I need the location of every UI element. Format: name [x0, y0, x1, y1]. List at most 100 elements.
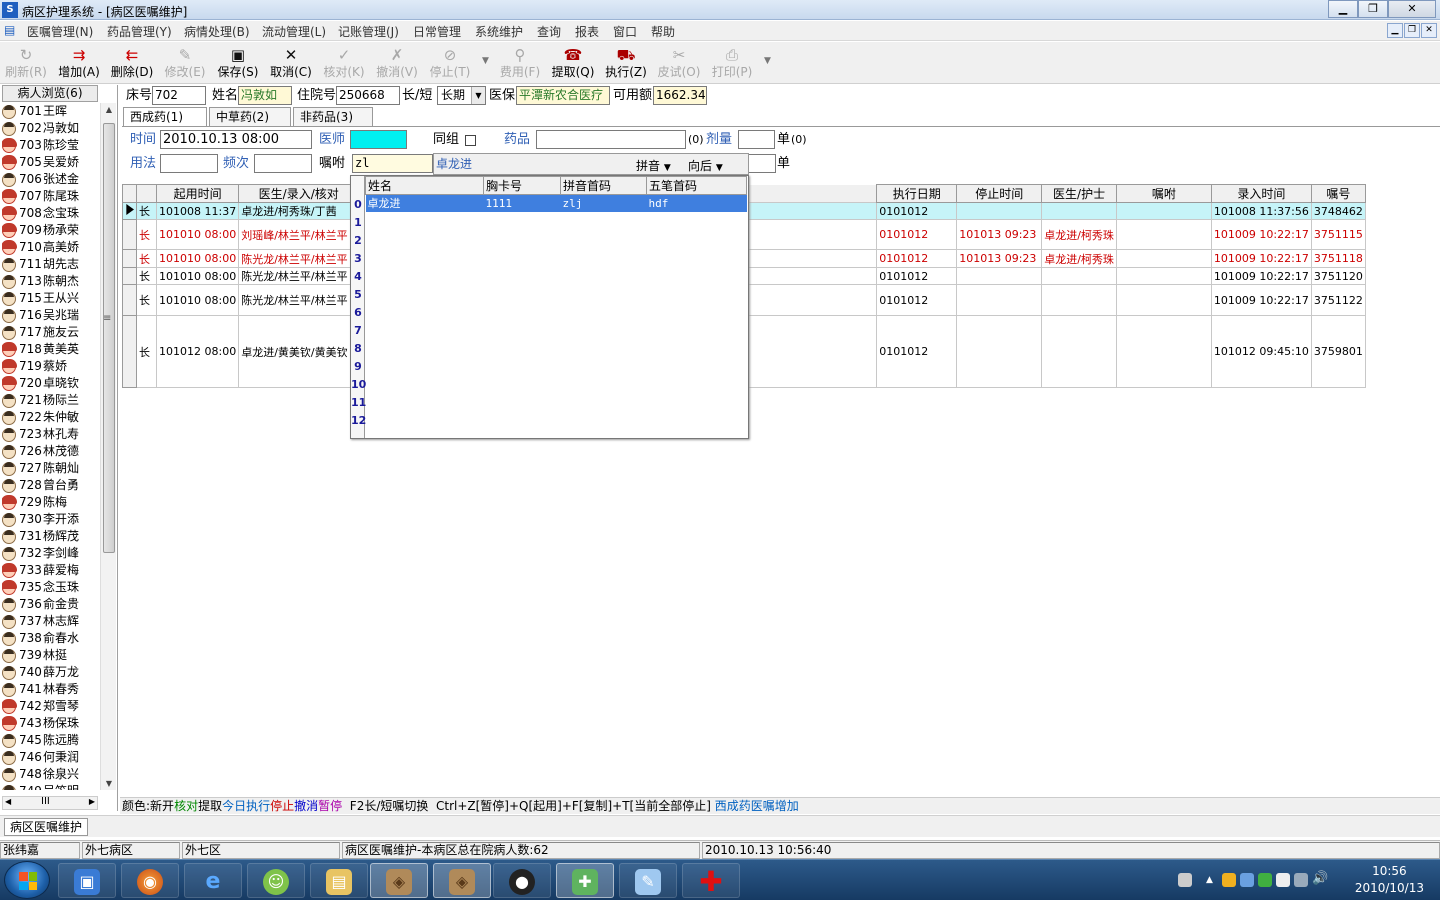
skin-test-button[interactable]: ✂ 皮试(O) — [653, 45, 705, 79]
patient-item[interactable]: 741 林春秀 — [2, 681, 99, 698]
usage-field[interactable] — [160, 154, 218, 173]
taskbar-network-button[interactable]: ✚ — [556, 863, 614, 898]
menu-query[interactable]: 查询 — [537, 23, 561, 40]
mdi-system-icon[interactable]: ▤ — [4, 23, 15, 37]
patient-item[interactable]: 709 杨承荣 — [2, 222, 99, 239]
splitter-grip-icon[interactable]: ≡ — [103, 313, 111, 324]
col-entry[interactable]: 录入时间 — [1210, 184, 1312, 203]
patient-item[interactable]: 732 李剑峰 — [2, 545, 99, 562]
pinyin-select[interactable]: 拼音 ▼ — [636, 157, 671, 174]
patient-item[interactable]: 702 冯敦如 — [2, 120, 99, 137]
delete-button[interactable]: ⇇ 删除(D) — [106, 45, 158, 79]
patient-list-hscroll[interactable]: ◀ III ▶ — [2, 796, 98, 810]
taskbar-messenger-button[interactable]: ☺ — [247, 863, 305, 898]
show-hidden-icon[interactable]: ▲ — [1206, 875, 1220, 889]
stop-button[interactable]: ⊘ 停止(T) — [424, 45, 476, 79]
menu-system[interactable]: 系统维护 — [475, 23, 523, 40]
time-field[interactable]: 2010.10.13 08:00 — [160, 130, 312, 149]
doctor-search-input[interactable]: zl — [352, 154, 433, 173]
frequency-field[interactable] — [254, 154, 312, 173]
scroll-thumb[interactable] — [103, 123, 115, 553]
tray-flag-icon[interactable] — [1276, 873, 1290, 887]
taskbar-explorer-button[interactable]: ▣ — [58, 863, 116, 898]
menu-orders[interactable]: 医嘱管理(N) — [27, 23, 93, 40]
col-staff[interactable]: 医生/录入/核对 — [238, 184, 360, 203]
mdi-minimize-button[interactable]: ▁ — [1387, 23, 1403, 38]
patient-item[interactable]: 701 王晖 — [2, 103, 99, 120]
patient-item[interactable]: 726 林茂德 — [2, 443, 99, 460]
patient-item[interactable]: 745 陈远腾 — [2, 732, 99, 749]
row-indicator[interactable] — [122, 315, 137, 388]
patient-item[interactable]: 715 王从兴 — [2, 290, 99, 307]
patient-item[interactable]: 720 卓晓钦 — [2, 375, 99, 392]
patient-item[interactable]: 728 曾台勇 — [2, 477, 99, 494]
menu-daily[interactable]: 日常管理 — [413, 23, 461, 40]
patient-item[interactable]: 736 俞金贵 — [2, 596, 99, 613]
tab-nondrug[interactable]: 非药品(3) — [293, 107, 373, 127]
patient-item[interactable]: 713 陈朝杰 — [2, 273, 99, 290]
col-start[interactable]: 起用时间 — [155, 184, 240, 203]
col-advice[interactable]: 嘱咐 — [1115, 184, 1212, 203]
patient-item[interactable]: 708 念宝珠 — [2, 205, 99, 222]
patient-item[interactable]: 716 吴兆瑞 — [2, 307, 99, 324]
patient-item[interactable]: 705 吴爱娇 — [2, 154, 99, 171]
row-indicator[interactable] — [122, 249, 137, 268]
patient-item[interactable]: 703 陈珍莹 — [2, 137, 99, 154]
unit-field[interactable] — [749, 154, 776, 173]
patient-item[interactable]: 731 杨辉茂 — [2, 528, 99, 545]
minimize-button[interactable]: ▁ — [1328, 0, 1358, 18]
patient-item[interactable]: 723 林孔寿 — [2, 426, 99, 443]
verify-button[interactable]: ✓ 核对(K) — [318, 45, 370, 79]
drug-field[interactable] — [536, 130, 686, 149]
patient-item[interactable]: 718 黄美英 — [2, 341, 99, 358]
patient-item[interactable]: 721 杨际兰 — [2, 392, 99, 409]
tab-western[interactable]: 西成药(1) — [123, 107, 207, 127]
bed-field[interactable]: 702 — [152, 86, 206, 105]
tray-user-icon[interactable] — [1222, 873, 1236, 887]
taskbar-qq-button[interactable]: ● — [493, 863, 551, 898]
cancel-button[interactable]: ✕ 取消(C) — [265, 45, 317, 79]
tab-herbal[interactable]: 中草药(2) — [209, 107, 291, 127]
menu-condition[interactable]: 病情处理(B) — [184, 23, 250, 40]
scroll-down-icon[interactable]: ▼ — [101, 779, 117, 788]
patient-item[interactable]: 711 胡先志 — [2, 256, 99, 273]
patient-item[interactable]: 727 陈朝灿 — [2, 460, 99, 477]
execute-button[interactable]: ⛟ 执行(Z) — [600, 45, 652, 79]
tray-shield-icon[interactable] — [1258, 873, 1272, 887]
patient-item[interactable]: 746 何秉润 — [2, 749, 99, 766]
maximize-button[interactable]: ❐ — [1358, 0, 1388, 18]
save-button[interactable]: ▣ 保存(S) — [212, 45, 264, 79]
admission-field[interactable]: 250668 — [336, 86, 400, 105]
patient-item[interactable]: 707 陈尾珠 — [2, 188, 99, 205]
patient-item[interactable]: 730 李开添 — [2, 511, 99, 528]
direction-select[interactable]: 向后 ▼ — [688, 157, 723, 174]
add-button[interactable]: ⇉ 增加(A) — [53, 45, 105, 79]
col-exec[interactable]: 执行日期 — [876, 184, 958, 203]
tray-clock[interactable]: 10:56 2010/10/13 — [1355, 863, 1424, 897]
row-indicator[interactable] — [122, 284, 137, 316]
patient-item[interactable]: 735 念玉珠 — [2, 579, 99, 596]
keyboard-icon[interactable] — [1178, 873, 1192, 887]
taskbar-firefox-button[interactable]: ◉ — [121, 863, 179, 898]
menu-help[interactable]: 帮助 — [651, 23, 675, 40]
doctor-field[interactable] — [350, 130, 407, 149]
row-indicator[interactable] — [122, 267, 137, 285]
patient-item[interactable]: 717 施友云 — [2, 324, 99, 341]
menu-report[interactable]: 报表 — [575, 23, 599, 40]
volume-icon[interactable]: 🔊 — [1312, 871, 1328, 886]
row-indicator[interactable] — [122, 219, 137, 250]
patient-list-scrollbar[interactable]: ▲ ▼ — [100, 103, 116, 790]
patient-item[interactable]: 710 高美娇 — [2, 239, 99, 256]
cost-button[interactable]: ⚲ 费用(F) — [494, 45, 546, 79]
available-field[interactable]: 1662.34 — [653, 86, 707, 105]
taskbar-medical-button[interactable]: ✚ — [682, 863, 740, 898]
tray-app-icon[interactable] — [1240, 873, 1254, 887]
patient-item[interactable]: 740 薛万龙 — [2, 664, 99, 681]
chevron-down-icon[interactable]: ▼ — [471, 87, 485, 104]
col-type[interactable] — [136, 184, 157, 203]
hscroll-thumb[interactable]: III — [41, 796, 50, 807]
mdi-close-button[interactable]: ✕ — [1421, 23, 1437, 38]
patient-item[interactable]: 743 杨保珠 — [2, 715, 99, 732]
patient-item[interactable]: 737 林志辉 — [2, 613, 99, 630]
menu-billing[interactable]: 记账管理(J) — [338, 23, 399, 40]
